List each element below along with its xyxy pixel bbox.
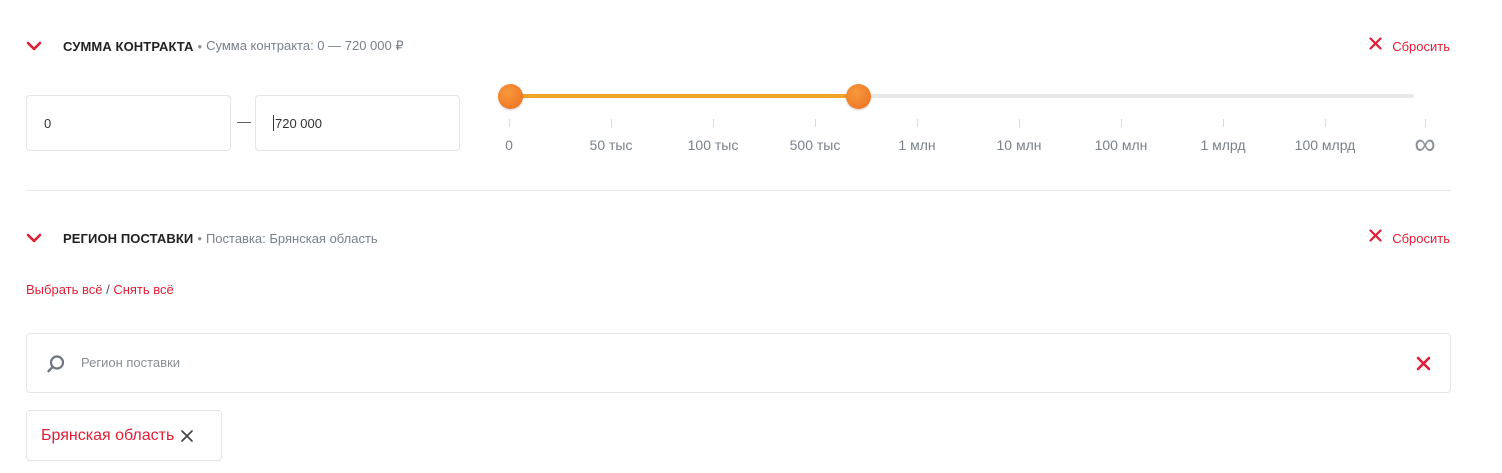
slider-tick [509,119,510,127]
region-reset-button[interactable]: Сбросить [1369,229,1450,247]
chevron-down-icon[interactable] [26,38,42,54]
slider-tick-label[interactable]: 10 млн [997,137,1042,153]
slider-tick [713,119,714,127]
slider-tick [1223,119,1224,127]
selected-region-chip[interactable]: Брянская область [26,410,222,461]
search-placeholder: Регион поставки [81,355,181,370]
contract-max-input[interactable]: 720 000 [255,95,460,151]
select-links: Выбрать всё / Снять всё [26,282,174,297]
contract-min-input[interactable]: 0 [26,95,231,151]
slider-min-handle[interactable] [497,84,523,109]
slider-fill [510,94,859,98]
slider-tick-label[interactable]: 100 млрд [1295,137,1356,153]
contract-sum-title: СУММА КОНТРАКТА [63,38,194,54]
section-divider [26,190,1451,191]
slider-tick-label[interactable]: 100 тыс [688,137,739,153]
slider-tick-label[interactable]: 0 [505,137,513,153]
contract-sum-header: СУММА КОНТРАКТА • Сумма контракта: 0 — 7… [26,34,1450,58]
chip-label: Брянская область [41,426,175,444]
region-title: РЕГИОН ПОСТАВКИ [63,230,194,246]
slider-tick [1121,119,1122,127]
close-icon [1369,229,1382,247]
reset-label: Сбросить [1392,230,1450,246]
chevron-down-icon[interactable] [26,230,42,246]
region-search-input[interactable]: Регион поставки [26,333,1451,393]
region-header: РЕГИОН ПОСТАВКИ • Поставка: Брянская обл… [26,226,1450,250]
search-icon [46,354,66,379]
close-icon [1369,37,1382,55]
deselect-all-link[interactable]: Снять всё [113,282,173,297]
chip-remove-icon[interactable] [180,429,194,443]
range-dash: — [237,113,251,129]
separator-dot: • [197,230,202,246]
contract-sum-summary: Сумма контракта: 0 — 720 000 ₽ [206,38,404,53]
slider-tick-label[interactable]: 50 тыс [590,137,633,153]
links-separator: / [102,282,114,297]
slider-tick-label[interactable]: 1 млрд [1200,137,1245,153]
separator-dot: • [197,38,203,54]
slider-tick-label[interactable]: 500 тыс [790,137,841,153]
clear-search-icon[interactable] [1416,356,1431,376]
slider-tick [815,119,816,127]
infinity-tick-label[interactable]: ∞ [1414,128,1435,162]
slider-tick-label[interactable]: 100 млн [1095,137,1148,153]
select-all-link[interactable]: Выбрать всё [26,282,102,297]
text-cursor [273,115,274,131]
contract-min-value: 0 [44,115,52,131]
slider-tick [1019,119,1020,127]
contract-sum-slider[interactable] [497,84,1414,110]
contract-max-value: 720 000 [275,115,322,131]
slider-tick [917,119,918,127]
slider-max-handle[interactable] [845,84,871,109]
contract-sum-reset-button[interactable]: Сбросить [1369,37,1450,55]
slider-tick [611,119,612,127]
slider-tick [1325,119,1326,127]
slider-tick-label[interactable]: 1 млн [898,137,935,153]
reset-label: Сбросить [1392,38,1450,54]
region-summary: Поставка: Брянская область [205,230,378,246]
slider-tick [1425,119,1426,127]
